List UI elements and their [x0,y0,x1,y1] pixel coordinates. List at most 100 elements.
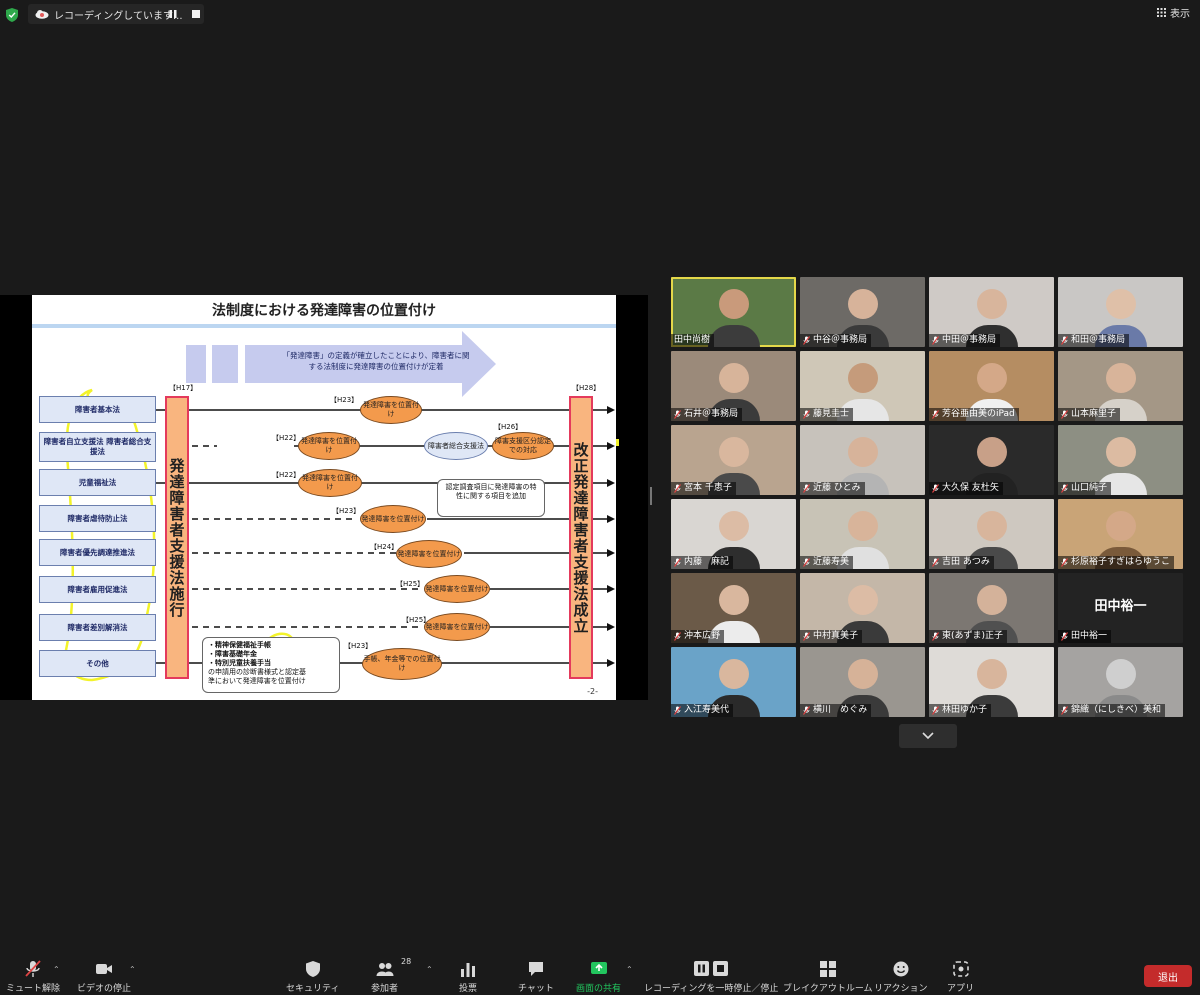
mic-muted-icon [1061,336,1068,345]
mic-muted-icon [25,960,41,977]
mic-muted-icon [932,410,939,419]
participant-video-face [718,289,749,319]
participant-name: 近藤 ひとみ [813,483,861,493]
participant-tile[interactable]: 山口純子 [1058,425,1183,495]
participant-tile[interactable]: 吉田 あつみ [929,499,1054,569]
mic-muted-icon [803,706,810,715]
mic-muted-icon [1061,632,1068,641]
participant-tile[interactable]: 東(あずま)正子 [929,573,1054,643]
participant-tile[interactable]: 中田＠事務局 [929,277,1054,347]
mic-muted-icon [1061,706,1068,715]
chat-label: チャット [518,984,554,994]
pointer-mark [616,439,619,446]
video-options-caret[interactable]: ⌃ [129,965,136,974]
split-divider-handle[interactable] [650,487,652,505]
participant-name: 横川 めぐみ [813,705,868,715]
participant-tile[interactable]: 和田＠事務局 [1058,277,1183,347]
share-screen-button[interactable]: 画面の共有 [576,960,621,994]
participant-tile[interactable]: 大久保 友杜矢 [929,425,1054,495]
security-label: セキュリティ [286,984,340,994]
participant-name-label: 東(あずま)正子 [929,630,1008,643]
polls-button[interactable]: 投票 [459,960,477,994]
share-screen-icon [590,962,607,974]
view-button[interactable]: 表示 [1157,5,1190,20]
polls-label: 投票 [459,984,478,994]
participant-video-face [976,363,1007,393]
mic-muted-icon [674,484,681,493]
stop-video-button[interactable]: ビデオの停止 [77,960,131,994]
recording-control-button[interactable]: レコーディングを一時停止／停止 [644,960,778,994]
participant-tile[interactable]: 藤見圭士 [800,351,925,421]
pause-recording-icon[interactable] [168,9,178,19]
law-box: 障害者優先調達推進法 [39,539,156,566]
chevron-down-icon [922,732,934,740]
timeline-pill: 手帳、年金等での位置付け [362,648,442,680]
participant-name: 山本麻里子 [1071,409,1117,419]
pill-year: 【H22】 [272,471,301,479]
participant-name-label: 杉原裕子すぎはらゆうこ [1058,556,1175,569]
law-box: 障害者自立支援法 障害者総合支援法 [39,432,156,462]
participant-tile[interactable]: 入江寿美代 [671,647,796,717]
stop-recording-icon[interactable] [192,10,200,18]
apps-button[interactable]: アプリ [947,960,974,994]
participant-tile[interactable]: 中村真美子 [800,573,925,643]
participant-tile[interactable]: 杉原裕子すぎはらゆうこ [1058,499,1183,569]
participant-tile[interactable]: 芳谷亜由美のiPad [929,351,1054,421]
participant-tile[interactable]: 中谷＠事務局 [800,277,925,347]
pill-year: 【H22】 [272,434,301,442]
apps-label: アプリ [947,984,975,994]
participant-name: 藤見圭士 [813,409,850,419]
participant-name-label: 山口純子 [1058,482,1112,495]
participant-name-label: 大久保 友杜矢 [929,482,1003,495]
participant-name-label: 横川 めぐみ [800,704,872,717]
participant-tile[interactable]: 沖本広野 [671,573,796,643]
participant-name-label: 田中裕一 [1058,630,1112,643]
callout-other: ・精神保健福祉手帳 ・障害基礎年金 ・特別児童扶養手当 の申請用の診断書様式と認… [202,637,340,693]
participant-tile[interactable]: 山本麻里子 [1058,351,1183,421]
participant-video-face [847,437,878,467]
participant-video-face [976,437,1007,467]
reactions-button[interactable]: リアクション [874,960,928,994]
share-options-caret[interactable]: ⌃ [626,965,633,974]
participant-video-face [847,511,878,541]
bar-chart-icon [461,963,475,977]
participant-video-face [847,363,878,393]
participant-tile[interactable]: 林田ゆか子 [929,647,1054,717]
participant-name-label: 山本麻里子 [1058,408,1121,421]
participant-tile[interactable]: 近藤寿美 [800,499,925,569]
shared-screen[interactable]: 法制度における発達障害の位置付け 「発達障害」の定義が確立したことにより、障害者… [0,295,648,700]
participant-tile[interactable]: 近藤 ひとみ [800,425,925,495]
breakout-rooms-button[interactable]: ブレイクアウトルーム [783,960,873,994]
participant-tile[interactable]: 石井＠事務局 [671,351,796,421]
participant-name: 林田ゆか子 [942,705,988,715]
leave-meeting-button[interactable]: 退出 [1144,965,1192,987]
cloud-recording-icon [35,10,49,19]
meeting-toolbar: ミュート解除 ⌃ ビデオの停止 ⌃ セキュリティ 参加者 28 ⌃ 投票 チャッ… [0,955,1200,995]
participant-tile[interactable]: 宮本 千恵子 [671,425,796,495]
participant-tile[interactable]: 田中尚樹 [671,277,796,347]
participants-options-caret[interactable]: ⌃ [426,965,433,974]
chat-button[interactable]: チャット [518,960,554,994]
participant-tile[interactable]: 横川 めぐみ [800,647,925,717]
participants-count: 28 [401,957,412,966]
security-shield-icon[interactable] [6,8,18,22]
participant-tile[interactable]: 錦織（にしきべ）美和 [1058,647,1183,717]
camera-icon [96,964,112,974]
security-button[interactable]: セキュリティ [286,960,339,994]
audio-options-caret[interactable]: ⌃ [53,965,60,974]
mic-muted-icon [803,632,810,641]
law-box: 障害者差別解消法 [39,614,156,641]
participant-name: 近藤寿美 [813,557,850,567]
timeline-pill: 発達障害を位置付け [298,432,360,460]
participants-button[interactable]: 参加者 [371,960,398,994]
participant-tile[interactable]: 内藤 麻記 [671,499,796,569]
mic-muted-icon [674,632,681,641]
participant-name-placeholder: 田中裕一 [1094,599,1147,614]
unmute-button[interactable]: ミュート解除 [6,960,60,994]
participant-video-face [718,437,749,467]
participant-tile[interactable]: 田中裕一 田中裕一 [1058,573,1183,643]
participant-video-face [976,289,1007,319]
gallery-next-page-button[interactable] [899,724,957,748]
participant-gallery: 田中尚樹 中谷＠事務局 中田＠事務局 和田＠事務局石井＠事務局 藤見圭士 芳谷亜由美のiP… [671,277,1184,719]
participant-video-face [976,511,1007,541]
